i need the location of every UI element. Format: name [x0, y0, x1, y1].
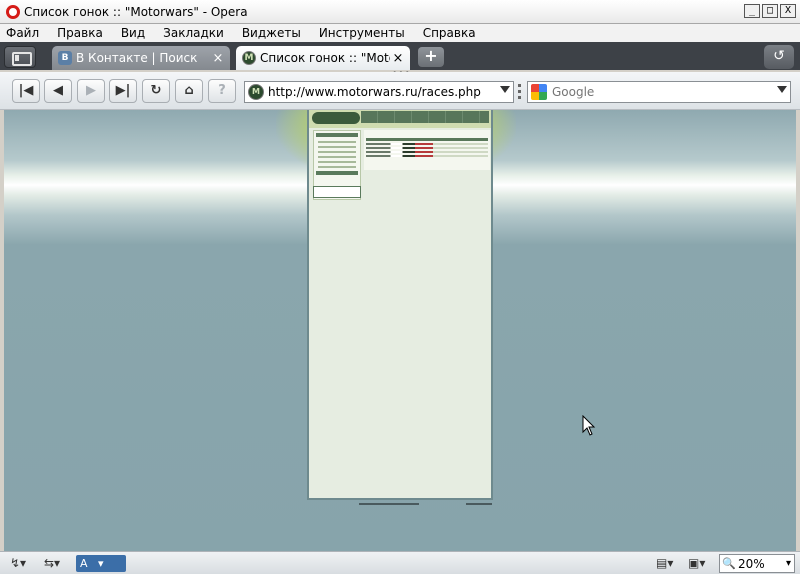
site-logo[interactable]	[312, 112, 360, 124]
tab-close-icon[interactable]: ×	[390, 51, 406, 66]
new-tab-button[interactable]: +	[418, 47, 444, 67]
site-side-box[interactable]	[313, 186, 361, 198]
panel-toggle-button[interactable]	[4, 46, 36, 68]
minimize-button[interactable]: _	[744, 4, 760, 18]
close-button[interactable]: X	[780, 4, 796, 18]
address-input[interactable]	[268, 85, 488, 99]
menu-file[interactable]: Файл	[6, 26, 39, 40]
view-mode-label: A	[80, 557, 88, 570]
motorwars-icon: M	[242, 51, 256, 65]
tab-vkontakte[interactable]: B В Контакте | Поиск ×	[52, 46, 230, 70]
site-footer-link[interactable]	[466, 503, 492, 505]
navigation-toolbar: |◀ ◀ ▶ ▶| ↻ ⌂ ? M	[0, 72, 800, 110]
closed-tabs-trash-icon[interactable]: ↺	[764, 45, 794, 69]
search-box[interactable]	[527, 81, 791, 103]
window-controls: _ □ X	[744, 4, 796, 18]
window-title: Список гонок :: "Motorwars" - Opera	[24, 4, 248, 19]
site-favicon-icon: M	[248, 84, 264, 100]
view-mode-button[interactable]: A ▾	[76, 555, 126, 572]
address-dropdown-icon[interactable]	[500, 86, 510, 93]
opera-logo-icon	[6, 4, 20, 19]
maximize-button[interactable]: □	[762, 4, 778, 18]
zoom-magnifier-icon: 🔍	[722, 557, 736, 570]
vk-icon: B	[58, 51, 72, 65]
menu-edit[interactable]: Правка	[57, 26, 103, 40]
chevron-down-icon[interactable]: ▾	[91, 557, 104, 570]
tab-close-icon[interactable]: ×	[210, 51, 226, 66]
page-style-button[interactable]: ▤▾	[656, 555, 673, 572]
mouse-cursor-icon	[582, 415, 596, 436]
tab-title: В Контакте | Поиск	[76, 51, 198, 65]
menu-view[interactable]: Вид	[121, 26, 145, 40]
tab-bar: B В Контакте | Поиск × M Список гонок ::…	[0, 42, 800, 70]
tab-motorwars[interactable]: M Список гонок :: "Motor... ×	[236, 46, 410, 70]
fast-forward-button[interactable]: ▶|	[109, 79, 137, 103]
site-header	[309, 110, 491, 128]
back-button[interactable]: ◀	[44, 79, 72, 103]
wand-button[interactable]: ?	[208, 79, 236, 103]
toolbar-separator	[518, 84, 521, 100]
turbo-button[interactable]: ↯▾	[10, 555, 26, 572]
site-nav[interactable]	[361, 111, 489, 123]
address-bar[interactable]: M	[244, 81, 514, 103]
search-dropdown-icon[interactable]	[777, 86, 787, 93]
menu-bar: Файл Правка Вид Закладки Виджеты Инструм…	[0, 24, 800, 42]
home-button[interactable]: ⌂	[175, 79, 203, 103]
menu-bookmarks[interactable]: Закладки	[163, 26, 224, 40]
tab-title: Список гонок :: "Motor...	[260, 51, 390, 65]
zoom-dropdown-icon[interactable]: ▾	[786, 558, 791, 569]
menu-widgets[interactable]: Виджеты	[242, 26, 301, 40]
zoom-control[interactable]: 🔍 20% ▾	[719, 554, 795, 573]
status-bar: ↯▾ ⇆▾ A ▾ ▤▾ ▣▾ 🔍 20% ▾	[0, 551, 800, 574]
search-input[interactable]	[552, 85, 772, 99]
unite-button[interactable]: ⇆▾	[44, 555, 60, 572]
reload-button[interactable]: ↻	[142, 79, 170, 103]
zoom-value[interactable]: 20%	[738, 557, 765, 571]
images-button[interactable]: ▣▾	[688, 555, 705, 572]
races-table[interactable]	[364, 130, 490, 170]
google-icon[interactable]	[531, 84, 547, 100]
forward-button[interactable]: ▶	[77, 79, 105, 103]
rewind-button[interactable]: |◀	[12, 79, 40, 103]
menu-help[interactable]: Справка	[423, 26, 476, 40]
page-viewport[interactable]	[4, 110, 796, 551]
site-footer-text	[359, 503, 419, 505]
zoomed-webpage[interactable]	[307, 110, 493, 500]
menu-tools[interactable]: Инструменты	[319, 26, 405, 40]
title-bar: Список гонок :: "Motorwars" - Opera _ □ …	[0, 0, 800, 24]
